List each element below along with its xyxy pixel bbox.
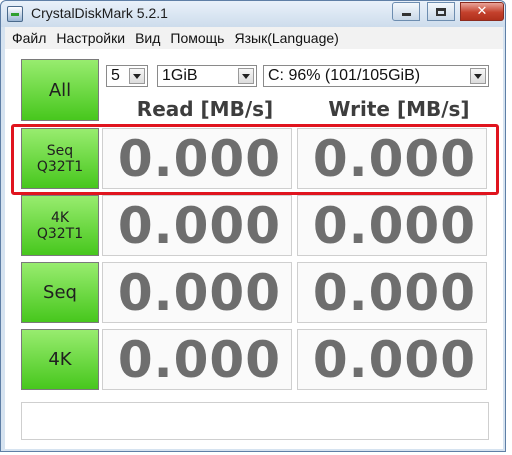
- 4k-write-value: 0.000: [297, 329, 487, 390]
- 4k-button[interactable]: 4K: [21, 329, 99, 390]
- test-size-value: 1GiB: [162, 67, 198, 84]
- test-count-select[interactable]: 5: [106, 65, 148, 87]
- menu-file[interactable]: Файл: [5, 30, 50, 46]
- menu-view[interactable]: Вид: [131, 30, 164, 46]
- seq-q32t1-read-value: 0.000: [102, 128, 292, 189]
- test-label-line1: Seq: [43, 282, 77, 303]
- drive-value: C: 96% (101/105GiB): [268, 67, 421, 84]
- all-button-label: All: [48, 79, 72, 101]
- minimize-button[interactable]: [392, 2, 420, 21]
- 4k-q32t1-button[interactable]: 4K Q32T1: [21, 195, 99, 256]
- seq-read-value: 0.000: [102, 262, 292, 323]
- test-label-line1: 4K: [48, 349, 72, 370]
- drive-select[interactable]: C: 96% (101/105GiB): [263, 65, 489, 87]
- seq-q32t1-write-value: 0.000: [297, 128, 487, 189]
- test-count-value: 5: [111, 67, 120, 84]
- app-window: CrystalDiskMark 5.2.1 ✕ Файл Настройки В…: [0, 0, 506, 452]
- test-label-line2: Q32T1: [36, 158, 84, 175]
- comment-field[interactable]: [21, 402, 489, 440]
- seq-button[interactable]: Seq: [21, 262, 99, 323]
- menu-bar: Файл Настройки Вид Помощь Язык(Language): [5, 27, 503, 49]
- test-label-line1: Seq: [46, 142, 74, 159]
- chevron-down-icon: [129, 68, 145, 84]
- chevron-down-icon: [238, 68, 254, 84]
- title-bar: CrystalDiskMark 5.2.1 ✕: [1, 1, 505, 27]
- menu-help[interactable]: Помощь: [166, 30, 228, 46]
- 4k-read-value: 0.000: [102, 329, 292, 390]
- read-header: Read [MB/s]: [136, 97, 274, 121]
- seq-write-value: 0.000: [297, 262, 487, 323]
- all-button[interactable]: All: [21, 59, 99, 121]
- test-label-line1: 4K: [50, 209, 70, 226]
- menu-settings[interactable]: Настройки: [52, 30, 129, 46]
- maximize-button[interactable]: [427, 2, 455, 21]
- 4k-q32t1-read-value: 0.000: [102, 195, 292, 256]
- 4k-q32t1-write-value: 0.000: [297, 195, 487, 256]
- close-button[interactable]: ✕: [460, 2, 504, 21]
- close-icon: ✕: [476, 4, 488, 19]
- menu-language[interactable]: Язык(Language): [230, 30, 342, 46]
- write-header: Write [MB/s]: [328, 97, 470, 121]
- window-title: CrystalDiskMark 5.2.1: [31, 5, 168, 21]
- maximize-icon: [436, 7, 446, 16]
- seq-q32t1-button[interactable]: Seq Q32T1: [21, 128, 99, 189]
- chevron-down-icon: [470, 68, 486, 84]
- app-icon: [7, 6, 23, 22]
- test-label-line2: Q32T1: [36, 225, 84, 242]
- main-panel: All 5 1GiB C: 96% (101/105GiB) Read [MB/…: [5, 49, 503, 449]
- test-size-select[interactable]: 1GiB: [157, 65, 257, 87]
- minimize-icon: [401, 13, 411, 16]
